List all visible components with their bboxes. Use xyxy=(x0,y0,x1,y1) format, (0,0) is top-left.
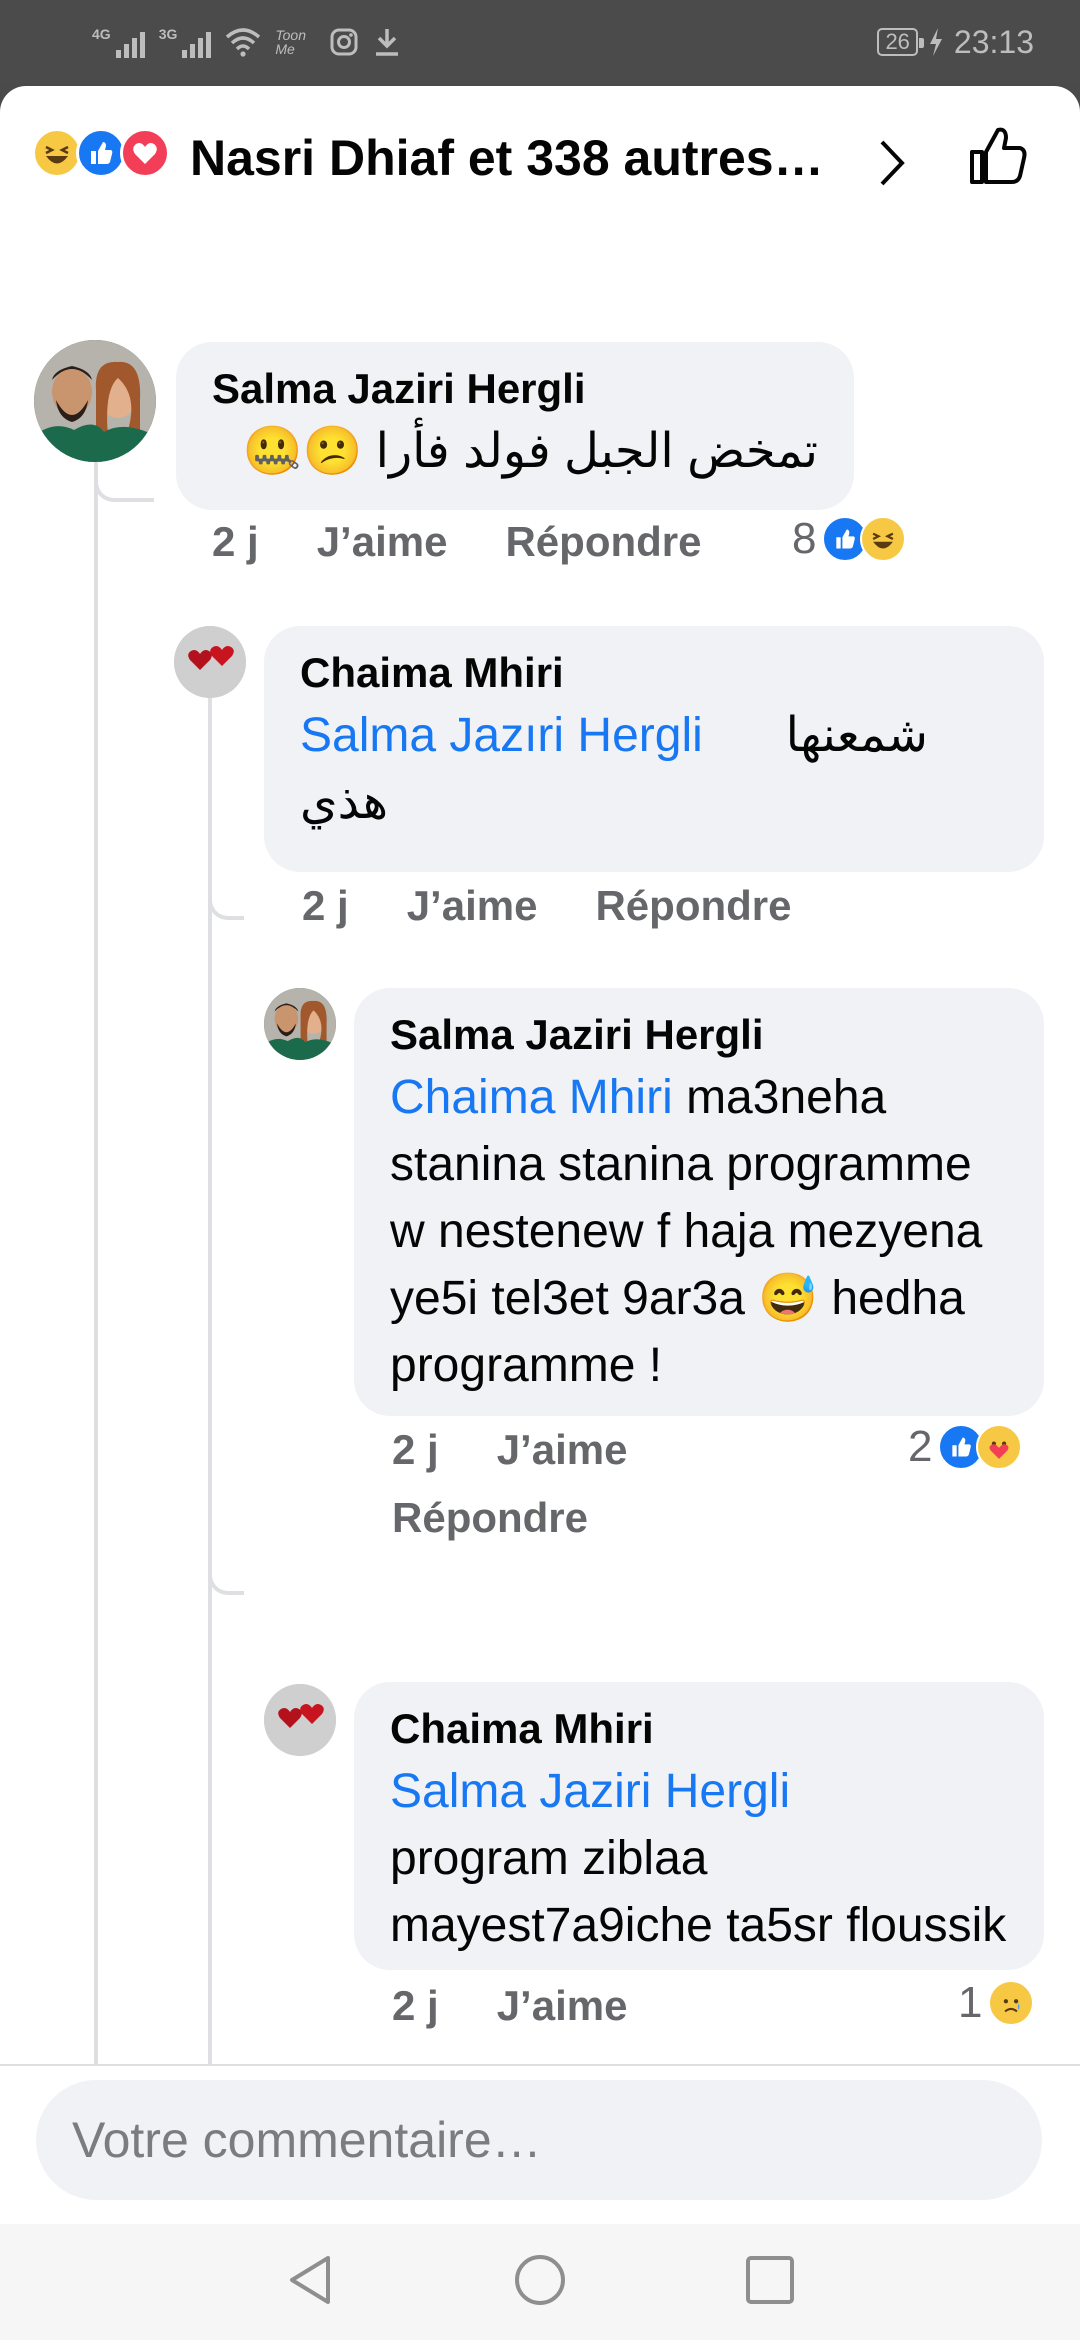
comment-thread: Salma Jaziri Hergli تمخض الجبل فولد فأرا… xyxy=(0,226,1080,2146)
comment-bubble[interactable]: Salma Jaziri Hergli Chaima Mhiri ma3neha… xyxy=(354,988,1044,1416)
comment-time: 2 j xyxy=(392,1982,439,2029)
comment-text: Salma Jazıri Hergli شمعنها xyxy=(300,702,1008,769)
comment-text: Salma Jaziri Hergli program ziblaa mayest… xyxy=(390,1758,1008,1959)
like-button-icon[interactable] xyxy=(966,124,1030,188)
comment-actions: 2 j J’aime Répondre xyxy=(212,518,759,566)
signal-4g-icon: 4G xyxy=(92,26,145,58)
comment-bubble[interactable]: Chaima Mhiri Salma Jazıri Hergli شمعنها … xyxy=(264,626,1044,872)
care-reaction-icon xyxy=(976,1424,1023,1470)
thread-line-reply xyxy=(208,626,212,2146)
sad-reaction-icon xyxy=(988,1980,1035,2026)
download-icon xyxy=(376,29,399,56)
reaction-count-number: 1 xyxy=(958,1978,983,2027)
mention-link[interactable]: Chaima Mhiri xyxy=(390,1071,673,1124)
love-reaction-icon xyxy=(120,128,170,178)
battery-icon: 26 xyxy=(877,28,925,56)
comment-bubble[interactable]: Salma Jaziri Hergli تمخض الجبل فولد فأرا… xyxy=(176,342,854,510)
charging-icon xyxy=(929,28,942,56)
toon-me-icon: Toon Me xyxy=(275,27,306,57)
home-nav-icon[interactable] xyxy=(512,2252,568,2308)
reply-action[interactable]: Répondre xyxy=(505,518,701,565)
comment-text-arabic: تمخض الجبل فولد فأرا xyxy=(375,425,818,478)
comment-time: 2 j xyxy=(212,518,259,565)
comment-actions: 2 j J’aime Répondre xyxy=(302,882,849,930)
status-icons-left: 4G 3G Toon Me xyxy=(92,20,401,64)
status-bar: 4G 3G Toon Me 26 23:13 xyxy=(0,0,1080,84)
comment-text-line: هذي xyxy=(300,776,389,829)
comment-actions: 2 j J’aime xyxy=(392,1982,685,2030)
hearts-avatar-icon xyxy=(174,626,246,698)
reactions-header[interactable]: Nasri Dhiaf et 338 autres… xyxy=(0,86,1080,226)
thread-connector xyxy=(94,466,154,502)
comment-actions-row2: Répondre xyxy=(392,1494,646,1542)
chevron-right-icon[interactable] xyxy=(874,138,910,188)
clock: 23:13 xyxy=(953,23,1034,60)
comment-text: تمخض الجبل فولد فأرا 😕🤐 xyxy=(212,418,818,485)
zipper-mouth-emoji: 🤐 xyxy=(242,425,303,478)
avatar-chaima[interactable] xyxy=(174,626,246,698)
avatar-chaima[interactable] xyxy=(264,1684,336,1756)
back-nav-icon[interactable] xyxy=(284,2252,336,2308)
comment-actions: 2 j J’aime xyxy=(392,1426,685,1474)
network-type-1: 4G xyxy=(92,26,111,42)
comment-text-part: program ziblaa mayest7a9iche ta5sr flous… xyxy=(390,1832,1007,1952)
comment-bubble[interactable]: Chaima Mhiri Salma Jaziri Hergli program … xyxy=(354,1682,1044,1970)
haha-reaction-icon xyxy=(32,128,82,178)
reactions-summary-title[interactable]: Nasri Dhiaf et 338 autres… xyxy=(190,128,850,188)
status-icons-right: 26 23:13 xyxy=(877,20,1034,64)
reply-action[interactable]: Répondre xyxy=(595,882,791,929)
avatar-photo-icon xyxy=(264,988,336,1060)
hearts-avatar-icon xyxy=(264,1684,336,1756)
reaction-count[interactable]: 8 xyxy=(792,514,907,564)
comment-time: 2 j xyxy=(392,1426,439,1473)
comment-text-arabic: شمعنها xyxy=(785,709,928,762)
like-reaction-icon xyxy=(76,128,126,178)
like-action[interactable]: J’aime xyxy=(407,882,538,929)
comment-text: Chaima Mhiri ma3neha stanina stanina pro… xyxy=(390,1064,1008,1399)
system-nav-bar xyxy=(0,2224,1080,2340)
comment-composer xyxy=(0,2064,1080,2224)
avatar-salma[interactable] xyxy=(34,340,156,462)
avatar-photo-icon xyxy=(34,340,156,462)
like-action[interactable]: J’aime xyxy=(497,1426,628,1473)
avatar-salma[interactable] xyxy=(264,988,336,1060)
wifi-icon xyxy=(226,28,261,57)
header-reaction-stack[interactable] xyxy=(32,128,170,178)
comment-time: 2 j xyxy=(302,882,349,929)
thread-connector xyxy=(208,886,244,920)
comments-sheet: Nasri Dhiaf et 338 autres… Salma Jaziri … xyxy=(0,86,1080,2340)
recents-nav-icon[interactable] xyxy=(744,2252,796,2308)
instagram-icon xyxy=(330,28,358,56)
reaction-count[interactable]: 2 xyxy=(908,1422,1023,1472)
thread-connector xyxy=(208,1561,244,1595)
confused-face-emoji: 😕 xyxy=(302,425,363,478)
grinning-sweat-emoji: 😅 xyxy=(758,1272,819,1325)
reply-action[interactable]: Répondre xyxy=(392,1494,588,1541)
reaction-count-number: 2 xyxy=(908,1422,933,1471)
mention-link[interactable]: Salma Jaziri Hergli xyxy=(390,1765,790,1818)
mention-link[interactable]: Salma Jazıri Hergli xyxy=(300,702,703,769)
comment-author[interactable]: Chaima Mhiri xyxy=(300,648,1008,698)
like-action[interactable]: J’aime xyxy=(497,1982,628,2029)
comment-input[interactable] xyxy=(36,2080,1042,2200)
haha-reaction-icon xyxy=(860,516,907,562)
thread-line-root xyxy=(94,346,98,2146)
reaction-count-number: 8 xyxy=(792,514,817,563)
like-action[interactable]: J’aime xyxy=(317,518,448,565)
signal-3g-icon: 3G xyxy=(159,26,212,58)
comment-author[interactable]: Salma Jaziri Hergli xyxy=(390,1010,1008,1060)
network-type-2: 3G xyxy=(158,26,178,42)
comment-author[interactable]: Chaima Mhiri xyxy=(390,1704,1008,1754)
reaction-count[interactable]: 1 xyxy=(958,1978,1035,2028)
comment-author[interactable]: Salma Jaziri Hergli xyxy=(212,364,818,414)
